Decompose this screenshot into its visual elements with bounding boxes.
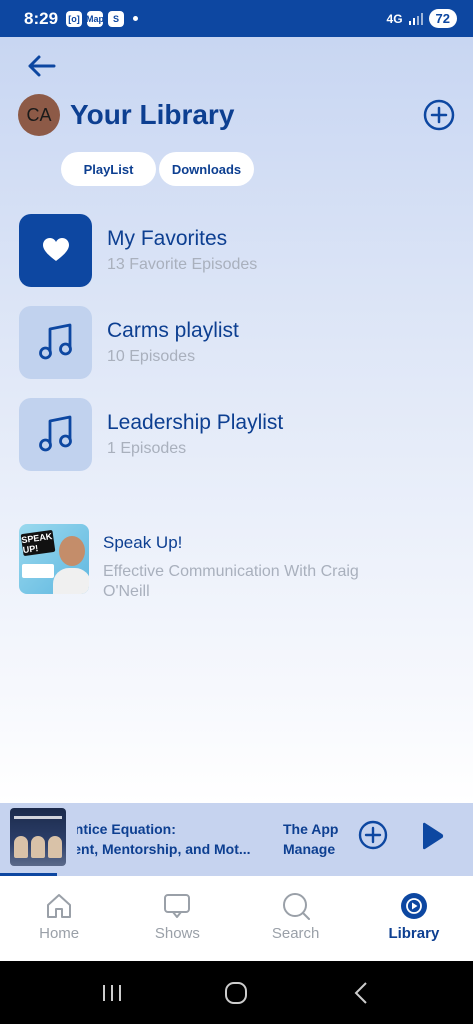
more-notifications-icon: [133, 16, 139, 21]
nav-label-shows: Shows: [154, 925, 200, 942]
podcast-item-speak-up[interactable]: SPEAK UP! Speak Up! Effective Communicat…: [19, 524, 459, 602]
nav-shows[interactable]: Shows: [118, 876, 236, 961]
recent-apps-button[interactable]: [92, 978, 132, 1008]
tab-downloads[interactable]: Downloads: [159, 152, 254, 186]
screenshot-notification-icon: [o]: [66, 10, 83, 27]
now-playing-repeat-line-1: The App: [283, 821, 339, 837]
search-icon: [282, 893, 310, 920]
library-header: CA Your Library: [18, 94, 455, 136]
system-nav-bar: [0, 961, 473, 1024]
nav-home[interactable]: Home: [0, 876, 118, 961]
music-note-icon: [38, 415, 72, 452]
network-label: 4G: [386, 11, 403, 26]
home-icon: [47, 894, 72, 918]
add-to-playlist-button[interactable]: [358, 820, 388, 850]
music-note-icon: [38, 323, 72, 360]
podcast-art-logo: SPEAK UP!: [20, 529, 56, 557]
nav-search[interactable]: Search: [237, 876, 355, 961]
nav-library[interactable]: Library: [355, 876, 473, 961]
list-item-leadership-playlist[interactable]: Leadership Playlist 1 Episodes: [19, 388, 459, 480]
library-list: My Favorites 13 Favorite Episodes Carms …: [19, 204, 459, 480]
bottom-nav: Home Shows Search Library: [0, 876, 473, 961]
status-bar: 8:29 [o] Map S 4G 72: [0, 0, 473, 37]
signal-icon: [408, 12, 423, 25]
back-system-icon: [354, 981, 367, 1004]
now-playing-repeat-line-2: Manage: [283, 841, 336, 857]
nav-label-library: Library: [388, 925, 440, 942]
add-playlist-button[interactable]: [423, 99, 455, 131]
s-notification-icon: S: [108, 10, 125, 27]
list-item-title: Leadership Playlist: [107, 410, 284, 434]
now-playing-line-1: prentice Equation:: [77, 821, 176, 837]
avatar[interactable]: CA: [18, 94, 60, 136]
tab-playlist[interactable]: PlayList: [61, 152, 156, 186]
podcast-artwork: SPEAK UP!: [19, 524, 89, 594]
list-item-title: My Favorites: [107, 226, 228, 250]
home-system-icon: [225, 981, 248, 1004]
library-screen: CA Your Library PlayList Downloads My Fa…: [0, 37, 473, 803]
favorites-thumbnail: [19, 213, 92, 287]
nav-label-search: Search: [271, 925, 320, 942]
now-playing-line-2: ement, Mentorship, and Mot...: [77, 841, 251, 857]
podcast-title: Speak Up!: [103, 533, 183, 552]
maps-notification-icon: Map: [86, 10, 104, 27]
list-item-subtitle: 10 Episodes: [107, 347, 196, 365]
list-item-subtitle: 13 Favorite Episodes: [107, 255, 258, 273]
back-button[interactable]: [24, 51, 58, 81]
list-item-my-favorites[interactable]: My Favorites 13 Favorite Episodes: [19, 204, 459, 296]
mini-player[interactable]: prentice Equation: ement, Mentorship, an…: [0, 803, 473, 876]
list-item-subtitle: 1 Episodes: [107, 439, 187, 457]
heart-icon: [42, 238, 69, 261]
list-item-carms-playlist[interactable]: Carms playlist 10 Episodes: [19, 296, 459, 388]
now-playing-ticker: prentice Equation: ement, Mentorship, an…: [77, 819, 339, 859]
library-icon: [400, 893, 427, 919]
playlist-thumbnail: [19, 305, 92, 379]
back-arrow-icon: [28, 55, 56, 77]
library-tabs: PlayList Downloads: [61, 152, 254, 186]
nav-label-home: Home: [39, 925, 80, 942]
playlist-thumbnail: [19, 397, 92, 471]
list-item-title: Carms playlist: [107, 318, 239, 342]
status-time: 8:29: [24, 8, 59, 28]
home-system-button[interactable]: [216, 978, 256, 1008]
recent-apps-icon: [103, 984, 122, 1001]
status-right: 4G 72: [387, 9, 457, 28]
battery-indicator: 72: [428, 9, 457, 28]
page-title: Your Library: [70, 99, 235, 130]
podcast-subtitle: Effective Communication With Craig O'Nei…: [103, 563, 359, 600]
back-system-button[interactable]: [341, 978, 381, 1008]
shows-icon: [164, 894, 191, 918]
play-button[interactable]: [419, 822, 445, 850]
now-playing-artwork: [10, 808, 66, 866]
